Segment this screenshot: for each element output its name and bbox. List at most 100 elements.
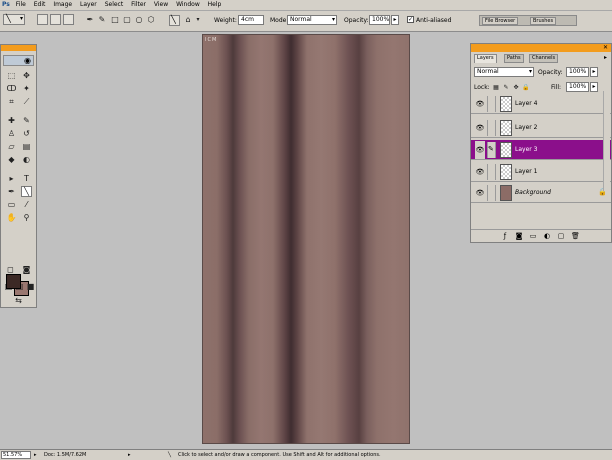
lock-image-icon[interactable]: ✎ — [501, 83, 511, 93]
quick-mask-on-icon[interactable]: ◙ — [21, 264, 32, 275]
blur-icon[interactable]: ◆ — [6, 154, 17, 165]
adobe-online-button[interactable]: ◉ — [3, 55, 34, 66]
weight-input[interactable]: 4cm — [238, 15, 264, 25]
lock-all-icon[interactable]: 🔒 — [521, 83, 531, 93]
fill-arrow[interactable]: ▸ — [590, 82, 598, 92]
layer-opacity-input[interactable]: 100% — [566, 67, 589, 77]
menu-layer[interactable]: Layer — [80, 0, 97, 10]
layer-name[interactable]: Layer 1 — [515, 168, 537, 176]
layer-row-layer-3[interactable]: 👁 ✎ Layer 3 — [471, 140, 611, 160]
shape-layers-button[interactable] — [37, 14, 48, 25]
menu-edit[interactable]: Edit — [34, 0, 46, 10]
lock-position-icon[interactable]: ✥ — [511, 83, 521, 93]
tool-preset-picker[interactable]: ╲ ▾ — [3, 14, 25, 25]
layer-name[interactable]: Layer 2 — [515, 124, 537, 132]
menu-filter[interactable]: Filter — [131, 0, 146, 10]
layer-mask-icon[interactable]: ◙ — [515, 232, 523, 240]
magic-wand-icon[interactable]: ✦ — [21, 83, 32, 94]
lock-transparency-icon[interactable]: ▦ — [491, 83, 501, 93]
polygon-icon[interactable]: ⬡ — [146, 15, 156, 25]
tab-channels[interactable]: Channels — [529, 54, 559, 63]
new-layer-icon[interactable]: ▢ — [557, 232, 565, 240]
layers-scrollbar[interactable] — [603, 91, 610, 191]
opacity-input[interactable]: 100% — [369, 15, 390, 25]
app-icon[interactable]: Ps — [2, 0, 10, 10]
dodge-icon[interactable]: ◐ — [21, 154, 32, 165]
visibility-eye-icon[interactable]: 👁 — [475, 189, 485, 197]
toolbox-title-bar[interactable] — [1, 45, 36, 51]
link-cell[interactable] — [487, 164, 496, 180]
crop-icon[interactable]: ⌗ — [6, 96, 17, 107]
layer-opacity-arrow[interactable]: ▸ — [590, 67, 598, 77]
healing-brush-icon[interactable]: ✚ — [6, 115, 17, 126]
eraser-icon[interactable]: ▱ — [6, 141, 17, 152]
clone-stamp-icon[interactable]: ♙ — [6, 128, 17, 139]
visibility-eye-icon[interactable]: 👁 — [475, 100, 485, 108]
path-selection-icon[interactable]: ▸ — [6, 173, 17, 184]
layer-row-layer-2[interactable]: 👁 Layer 2 — [471, 118, 611, 138]
fill-pixels-button[interactable] — [63, 14, 74, 25]
line-shape-button[interactable]: ╲ — [169, 15, 180, 26]
new-set-icon[interactable]: ▭ — [529, 232, 537, 240]
marquee-icon[interactable]: ⬚ — [6, 70, 17, 81]
chevron-down-icon[interactable]: ▾ — [193, 15, 203, 25]
link-cell[interactable] — [487, 185, 496, 201]
menu-select[interactable]: Select — [105, 0, 124, 10]
move-icon[interactable]: ✥ — [21, 70, 32, 81]
close-icon[interactable]: ✕ — [603, 44, 608, 52]
notes-icon[interactable]: ▭ — [6, 199, 17, 210]
menu-image[interactable]: Image — [53, 0, 72, 10]
file-browser-tab[interactable]: File Browser — [482, 17, 519, 25]
foreground-color-swatch[interactable] — [6, 274, 21, 289]
rounded-rectangle-icon[interactable]: ▢ — [122, 15, 132, 25]
menu-file[interactable]: File — [16, 0, 26, 10]
tab-layers[interactable]: Layers — [474, 54, 497, 63]
gradient-icon[interactable]: ▤ — [21, 141, 32, 152]
antialiased-checkbox[interactable]: ✓ — [407, 16, 414, 23]
layers-palette-title-bar[interactable]: ✕ — [471, 44, 611, 52]
opacity-arrow[interactable]: ▸ — [391, 15, 399, 25]
menu-help[interactable]: Help — [208, 0, 222, 10]
arrow-right-icon[interactable]: ▸ — [128, 451, 131, 459]
visibility-eye-icon[interactable]: 👁 — [475, 141, 485, 159]
menu-view[interactable]: View — [154, 0, 168, 10]
brushes-tab[interactable]: Brushes — [530, 17, 557, 25]
pen-tool-icon[interactable]: ✒ — [85, 15, 95, 25]
slice-icon[interactable]: ⟋ — [21, 96, 32, 107]
visibility-eye-icon[interactable]: 👁 — [475, 168, 485, 176]
palette-menu-arrow-icon[interactable]: ▸ — [604, 54, 607, 61]
eyedropper-icon[interactable]: ⁄ — [21, 199, 32, 210]
fill-input[interactable]: 100% — [566, 82, 589, 92]
visibility-eye-icon[interactable]: 👁 — [475, 124, 485, 132]
layer-row-background[interactable]: 👁 Background 🔒 — [471, 183, 611, 203]
lasso-icon[interactable]: ↀ — [6, 83, 17, 94]
ellipse-icon[interactable]: ○ — [134, 15, 144, 25]
custom-shape-icon[interactable]: ⌂ — [183, 15, 193, 25]
adjustment-layer-icon[interactable]: ◐ — [543, 232, 551, 240]
layer-row-layer-1[interactable]: 👁 Layer 1 — [471, 162, 611, 182]
layer-name[interactable]: Background — [515, 189, 551, 197]
pen-icon[interactable]: ✒ — [6, 186, 17, 197]
line-tool-icon[interactable]: ╲ — [21, 186, 32, 197]
zoom-icon[interactable]: ⚲ — [21, 212, 32, 223]
menu-window[interactable]: Window — [176, 0, 200, 10]
rectangle-icon[interactable]: □ — [110, 15, 120, 25]
jump-to-imageready-icon[interactable]: ⇆ — [13, 295, 24, 306]
layer-row-layer-4[interactable]: 👁 Layer 4 — [471, 94, 611, 114]
trash-icon[interactable]: 🗑 — [571, 232, 580, 240]
full-screen-icon[interactable]: ■ — [25, 281, 36, 292]
hand-icon[interactable]: ✋ — [6, 212, 17, 223]
tab-paths[interactable]: Paths — [504, 54, 524, 63]
brush-icon[interactable]: ✎ — [21, 115, 32, 126]
type-icon[interactable]: T — [21, 173, 32, 184]
history-brush-icon[interactable]: ↺ — [21, 128, 32, 139]
document-canvas[interactable]: ICM — [202, 34, 410, 444]
paths-button[interactable] — [50, 14, 61, 25]
link-cell[interactable] — [487, 96, 496, 112]
blend-mode-select[interactable]: Normal — [474, 67, 534, 77]
freeform-pen-icon[interactable]: ✎ — [97, 15, 107, 25]
link-cell[interactable] — [487, 120, 496, 136]
layer-name[interactable]: Layer 4 — [515, 100, 537, 108]
zoom-level-field[interactable]: 51.57% — [1, 451, 31, 459]
layer-name[interactable]: Layer 3 — [515, 146, 537, 154]
